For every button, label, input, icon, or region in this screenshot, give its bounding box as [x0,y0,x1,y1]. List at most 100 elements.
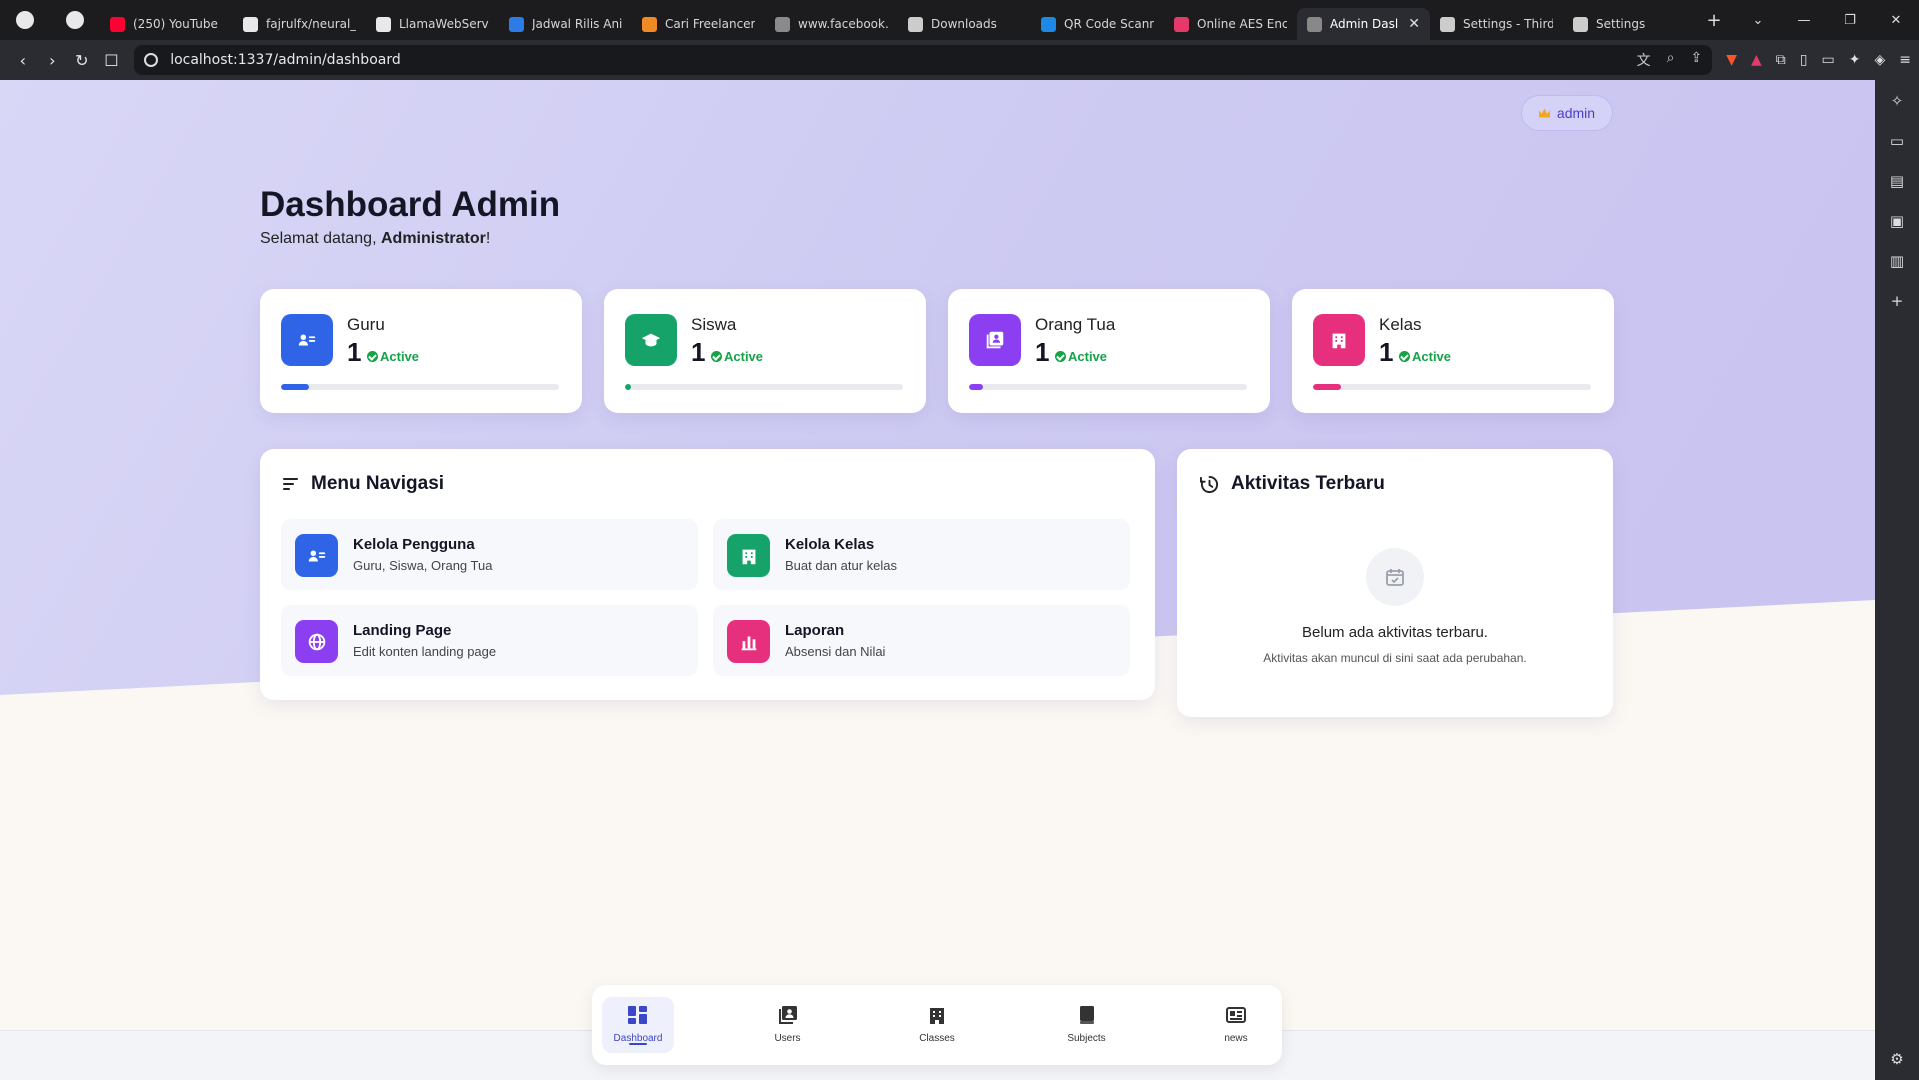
url-text: localhost:1337/admin/dashboard [170,52,401,68]
tab-title: Jadwal Rilis Anin [532,17,622,31]
browser-tab[interactable]: Settings [1563,8,1696,40]
tab-title: Cari Freelancer I [665,17,755,31]
tab-favicon-icon [1440,16,1455,32]
crown-icon [1538,108,1550,118]
menu-item-laporan[interactable]: Laporan Absensi dan Nilai [713,605,1130,676]
new-tab-button[interactable]: + [1696,10,1732,31]
stat-count: 1 [1035,337,1050,367]
forward-button[interactable]: › [38,45,68,75]
tab-favicon-icon [1307,16,1322,32]
menu-item-title: Kelola Kelas [785,536,875,553]
menu-item-subtitle: Guru, Siswa, Orang Tua [353,558,493,573]
check-circle-icon [1055,351,1066,362]
browser-tab[interactable]: Downloads [898,8,1031,40]
bottom-nav-users[interactable]: Users [752,997,824,1053]
translate-icon[interactable]: 文 [1637,50,1651,70]
browser-tab[interactable]: QR Code Scann [1031,8,1164,40]
stat-card-orang-tua: Orang Tua 1 Active [948,289,1270,413]
browser-tab[interactable]: Cari Freelancer I [632,8,765,40]
tab-search-icon[interactable]: ⌄ [1735,0,1781,40]
browser-tab[interactable]: Admin Dasl ✕ [1297,8,1430,40]
check-circle-icon [1399,351,1410,362]
activity-card-title: Aktivitas Terbaru [1200,473,1385,495]
welcome-name: Administrator [380,230,486,247]
tab-favicon-icon [376,16,391,32]
restore-button[interactable]: ❐ [1827,0,1873,40]
page-title: Dashboard Admin [260,185,561,224]
vpn-icon[interactable]: ◈ [1874,52,1885,68]
wallet-icon[interactable]: ▭ [1822,52,1835,68]
bookmark-icon[interactable]: ☐ [97,45,127,75]
browser-tab[interactable]: fajrulfx/neural_n [233,8,366,40]
browser-tab[interactable]: Online AES Encr [1164,8,1297,40]
progress-track [969,384,1247,390]
bottom-nav-news[interactable]: news [1200,997,1272,1053]
pinned-tab[interactable] [50,0,100,40]
book-icon [1077,1006,1097,1027]
page-viewport: admin Dashboard Admin Selamat datang, Ad… [0,80,1875,1080]
building-icon [1313,314,1365,366]
bottom-nav-classes[interactable]: Classes [901,997,973,1053]
welcome-text: Selamat datang, Administrator! [260,230,491,247]
menu-item-kelola-pengguna[interactable]: Kelola Pengguna Guru, Siswa, Orang Tua [281,519,698,590]
tab-favicon-icon [908,16,923,32]
browser-tab[interactable]: LlamaWebServe [366,8,499,40]
reload-button[interactable]: ↻ [67,45,97,75]
tab-title: (250) YouTube [133,17,218,31]
stat-label: Siswa [691,315,737,334]
back-button[interactable]: ‹ [8,45,38,75]
zoom-icon[interactable]: ⌕ [1667,50,1675,70]
site-info-icon[interactable] [144,53,159,67]
progress-track [281,384,559,390]
users-icon [778,1006,798,1027]
menu-item-landing-page[interactable]: Landing Page Edit konten landing page [281,605,698,676]
brave-shield-icon[interactable]: ▼ [1726,52,1737,68]
leo-sidebar-icon[interactable]: ✧ [1891,92,1904,110]
tab-title: LlamaWebServe [399,17,489,31]
menu-icon[interactable]: ≡ [1899,52,1911,68]
menu-item-kelola-kelas[interactable]: Kelola Kelas Buat dan atur kelas [713,519,1130,590]
bottom-nav-label: Subjects [1067,1033,1106,1044]
browser-tab[interactable]: (250) YouTube [100,8,233,40]
add-sidebar-icon[interactable]: + [1891,292,1904,310]
share-icon[interactable]: ⇪ [1691,50,1703,70]
bottom-nav-dashboard[interactable]: Dashboard [602,997,674,1053]
dashboard-icon [628,1006,648,1027]
sidebar-toggle-icon[interactable]: ▯ [1800,52,1808,68]
browser-tab[interactable]: www.facebook.c [765,8,898,40]
progress-track [1313,384,1591,390]
users-card-icon [281,314,333,366]
user-chip[interactable]: admin [1521,95,1613,131]
close-window-button[interactable]: ✕ [1873,0,1919,40]
bottom-nav-label: Users [774,1033,801,1044]
news-icon [1226,1006,1246,1027]
progress-fill [625,384,631,390]
url-bar[interactable]: localhost:1337/admin/dashboard 文 ⌕ ⇪ [134,45,1713,75]
reading-list-icon[interactable]: ▥ [1890,252,1904,270]
talk-icon[interactable]: ▭ [1890,132,1904,150]
close-tab-icon[interactable]: ✕ [1408,16,1420,32]
tab-favicon-icon [775,16,790,32]
status-badge: Active [1399,349,1451,364]
tab-title: www.facebook.c [798,17,888,31]
leo-icon[interactable]: ✦ [1849,52,1861,68]
family-icon [969,314,1021,366]
browser-tab[interactable]: Settings - Third [1430,8,1563,40]
wallet-sidebar-icon[interactable]: ▣ [1890,212,1904,230]
bottom-nav-label: Classes [919,1033,955,1044]
minimize-button[interactable]: — [1781,0,1827,40]
browser-tab-bar: (250) YouTube fajrulfx/neural_n LlamaWebSe… [0,0,1919,40]
browser-tab[interactable]: Jadwal Rilis Anin [499,8,632,40]
check-circle-icon [711,351,722,362]
sidebar-settings-icon[interactable]: ⚙ [1890,1050,1903,1068]
tab-favicon-icon [509,16,524,32]
extensions-icon[interactable]: ⧉ [1776,52,1786,68]
tab-title: Downloads [931,17,997,31]
bottom-nav-subjects[interactable]: Subjects [1051,997,1123,1053]
github-pinned-tab[interactable] [0,0,50,40]
user-chip-label: admin [1556,105,1596,121]
brave-rewards-icon[interactable]: ▲ [1751,52,1762,68]
status-badge: Active [711,349,763,364]
building-icon [727,534,770,577]
bookmarks-sidebar-icon[interactable]: ▤ [1890,172,1904,190]
